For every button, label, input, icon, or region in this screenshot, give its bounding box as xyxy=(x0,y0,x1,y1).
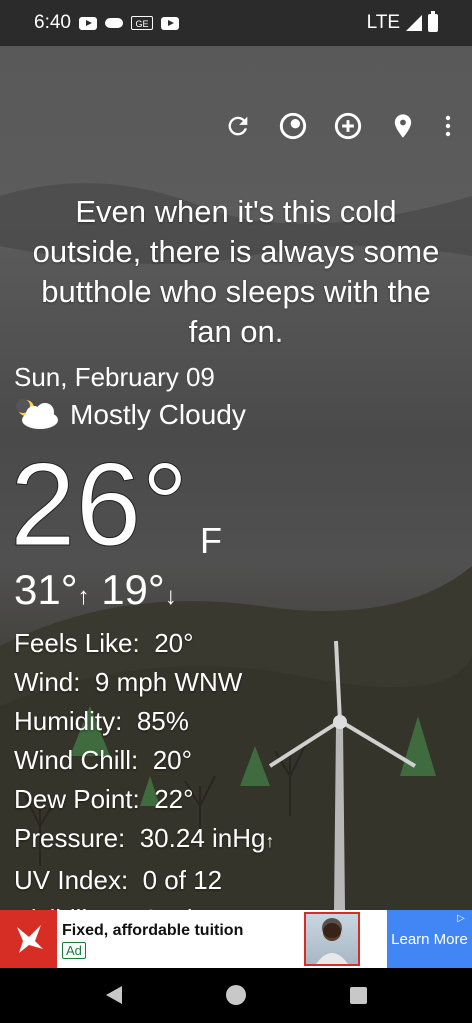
status-time: 6:40 xyxy=(34,12,71,33)
up-arrow-icon: ↑ xyxy=(77,583,90,610)
weather-quote: Even when it's this cold outside, there … xyxy=(32,194,440,349)
detail-uv-index: UV Index: 0 of 12 xyxy=(14,865,223,895)
signal-icon xyxy=(406,15,422,31)
add-location-button[interactable] xyxy=(334,112,362,140)
location-pin-icon xyxy=(394,114,412,138)
more-vert-icon xyxy=(445,115,451,137)
high-low-temps: 31°↑ 19°↓ xyxy=(14,566,177,614)
ad-banner[interactable]: Fixed, affordable tuition Ad Learn More … xyxy=(0,910,472,968)
detail-feels-like: Feels Like: 20° xyxy=(14,628,194,658)
home-icon[interactable] xyxy=(226,985,246,1005)
high-temp: 31° xyxy=(14,566,78,613)
pressure-trend-icon: ↑ xyxy=(265,831,275,851)
forecast-date: Sun, February 09 xyxy=(14,362,215,392)
current-temperature: 26° xyxy=(9,439,189,571)
advertiser-logo xyxy=(0,910,57,968)
detail-wind: Wind: 9 mph WNW xyxy=(14,667,243,697)
navigation-bar xyxy=(0,968,472,1023)
ge-notification-icon: GE xyxy=(130,16,153,30)
notification-icons: GE xyxy=(78,16,179,30)
top-toolbar xyxy=(224,106,472,146)
back-icon[interactable] xyxy=(106,986,122,1004)
cloud-notification-icon xyxy=(104,18,123,28)
ad-choices-icon[interactable]: ▷ xyxy=(457,913,469,925)
youtube-notification-icon xyxy=(78,16,97,30)
condition-row: Mostly Cloudy xyxy=(14,398,246,432)
youtube-notification-icon-2 xyxy=(160,16,179,30)
down-arrow-icon: ↓ xyxy=(164,583,177,610)
condition-label: Mostly Cloudy xyxy=(70,399,246,430)
recents-icon[interactable] xyxy=(350,987,367,1004)
more-options-button[interactable] xyxy=(444,112,452,140)
status-bar: 6:40 GE LTE xyxy=(0,0,472,46)
refresh-button[interactable] xyxy=(224,112,252,140)
low-temp: 19° xyxy=(101,566,165,613)
detail-wind-chill: Wind Chill: 20° xyxy=(14,745,193,775)
detail-humidity: Humidity: 85% xyxy=(14,706,189,736)
location-button[interactable] xyxy=(389,112,417,140)
ad-image[interactable] xyxy=(304,912,360,966)
detail-pressure: Pressure: 30.24 inHg↑ xyxy=(14,823,275,853)
detail-dew-point: Dew Point: 22° xyxy=(14,784,194,814)
ad-badge: Ad xyxy=(62,942,86,959)
refresh-icon xyxy=(228,116,248,136)
battery-icon xyxy=(428,11,438,32)
temperature-unit: F xyxy=(200,520,222,561)
weather-details: Feels Like: 20° Wind: 9 mph WNW Humidity… xyxy=(14,624,274,939)
network-type: LTE xyxy=(366,12,400,33)
theme-button[interactable] xyxy=(279,112,307,140)
theme-icon xyxy=(279,112,307,140)
mostly-cloudy-icon xyxy=(14,398,60,432)
ad-headline[interactable]: Fixed, affordable tuition xyxy=(62,922,243,940)
add-icon xyxy=(334,112,362,140)
